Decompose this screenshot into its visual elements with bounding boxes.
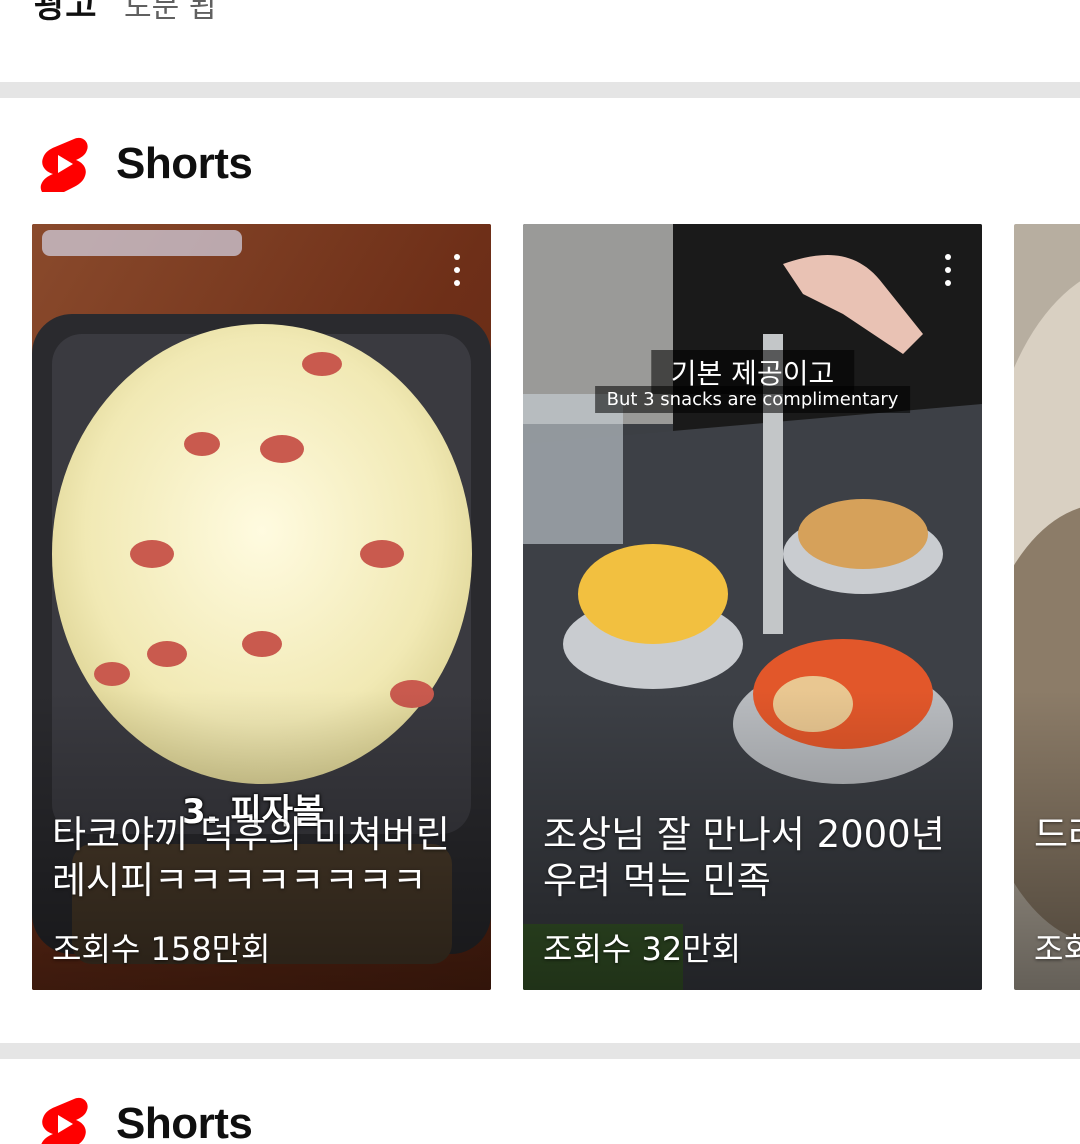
- short-card[interactable]: 3. 피자볼 타코야끼 덕후의 미쳐버린 레시피ㅋㅋㅋㅋㅋㅋㅋㅋㅋ... 조회수…: [32, 224, 491, 990]
- section-divider: [0, 1043, 1080, 1059]
- section-divider: [0, 82, 1080, 98]
- short-title: 타코야끼 덕후의 미쳐버린 레시피ㅋㅋㅋㅋㅋㅋㅋㅋㅋ...: [52, 813, 450, 902]
- more-options-icon[interactable]: [445, 250, 469, 290]
- shorts-shelf-title: Shorts: [116, 1099, 253, 1144]
- previous-section-subtitle: 도문 됩: [124, 0, 217, 25]
- short-card[interactable]: 드라 아기 조회: [1014, 224, 1080, 990]
- shorts-row[interactable]: 3. 피자볼 타코야끼 덕후의 미쳐버린 레시피ㅋㅋㅋㅋㅋㅋㅋㅋㅋ... 조회수…: [32, 224, 1080, 990]
- short-card[interactable]: 기본 제공이고 But 3 snacks are complimentary 조…: [523, 224, 982, 990]
- shorts-logo-icon: [41, 1097, 88, 1144]
- shorts-shelf-header: Shorts: [0, 116, 1080, 212]
- short-view-count: 조회: [1034, 930, 1080, 968]
- short-title: 드라 아기: [1034, 813, 1080, 856]
- short-view-count: 조회수 32만회: [543, 930, 742, 968]
- shorts-logo-icon: [40, 137, 88, 192]
- shorts-shelf-title: Shorts: [116, 139, 253, 188]
- video-caption-english: But 3 snacks are complimentary: [594, 386, 911, 413]
- shorts-shelf-header: Shorts: [0, 1076, 1080, 1144]
- previous-section: 광고 도문 됩: [0, 0, 1080, 82]
- previous-section-title: 광고: [34, 0, 97, 26]
- short-title: 조상님 잘 만나서 2000년 우려 먹는 민족: [543, 813, 945, 902]
- more-options-icon[interactable]: [936, 250, 960, 290]
- short-view-count: 조회수 158만회: [52, 930, 271, 968]
